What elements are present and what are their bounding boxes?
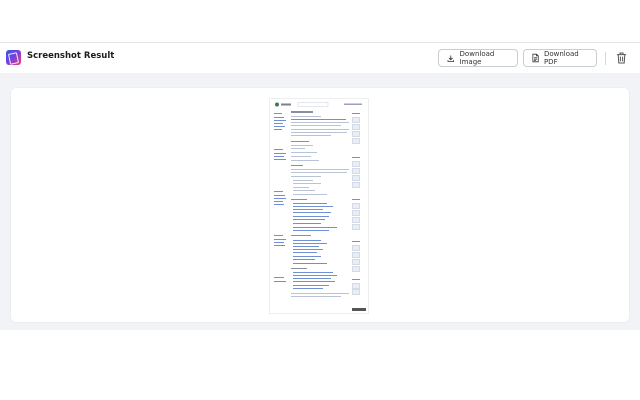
app-logo-icon xyxy=(6,50,21,65)
document-icon xyxy=(532,53,539,63)
screenshot-thumbnail[interactable] xyxy=(269,98,369,314)
trash-icon[interactable] xyxy=(616,52,627,64)
download-icon xyxy=(447,54,454,62)
download-image-label: Download Image xyxy=(459,50,495,66)
download-pdf-button[interactable]: Download PDF xyxy=(523,49,597,67)
preview-card xyxy=(10,87,630,323)
page-title: Screenshot Result xyxy=(27,51,115,61)
download-pdf-label: Download PDF xyxy=(543,50,579,66)
thumbnail-footer-button xyxy=(352,308,366,311)
result-header: Screenshot Result Download Image Downloa… xyxy=(0,42,640,74)
download-image-button[interactable]: Download Image xyxy=(438,49,518,67)
toolbar-divider xyxy=(605,52,606,65)
thumbnail-topbar xyxy=(275,102,362,107)
preview-stage xyxy=(0,73,640,330)
top-blank-area xyxy=(0,0,640,42)
bottom-blank-area xyxy=(0,331,640,400)
